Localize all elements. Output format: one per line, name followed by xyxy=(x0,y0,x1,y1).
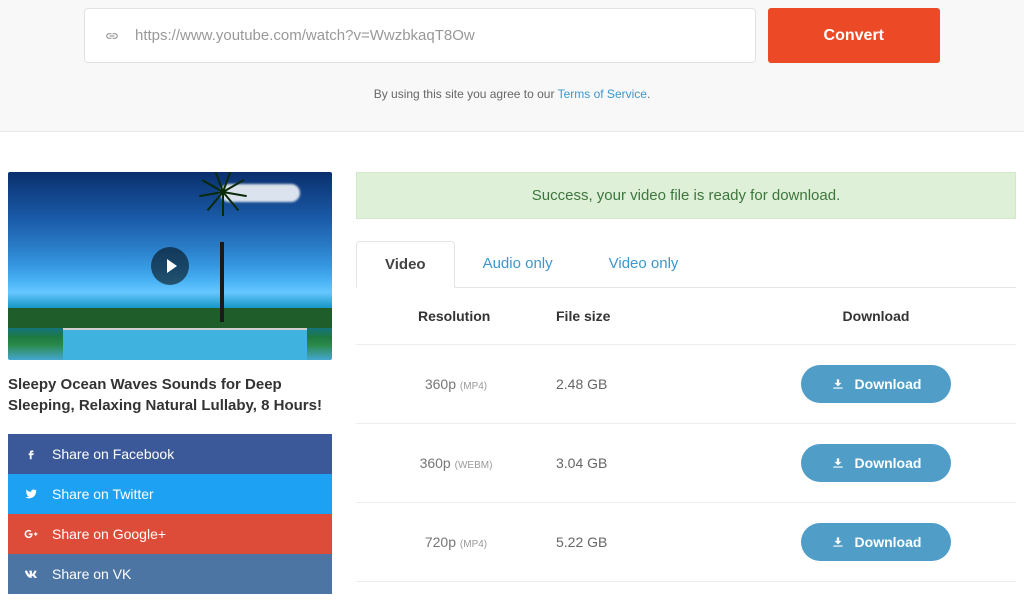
terms-suffix: . xyxy=(647,87,650,101)
video-title: Sleepy Ocean Waves Sounds for Deep Sleep… xyxy=(8,374,332,416)
header-section: Convert By using this site you agree to … xyxy=(0,0,1024,132)
success-message: Success, your video file is ready for do… xyxy=(356,172,1016,219)
download-cell: Download xyxy=(736,444,1016,482)
share-facebook-label: Share on Facebook xyxy=(52,446,174,462)
tab-audio-only[interactable]: Audio only xyxy=(455,241,581,287)
facebook-icon xyxy=(24,447,38,461)
download-button[interactable]: Download xyxy=(801,444,952,482)
hedge-decoration xyxy=(8,308,332,328)
table-row: 360p (MP4)2.48 GB Download xyxy=(356,345,1016,424)
table-row: 720p (MP4)5.22 GB Download xyxy=(356,503,1016,582)
left-column: Sleepy Ocean Waves Sounds for Deep Sleep… xyxy=(0,172,332,594)
download-label: Download xyxy=(855,376,922,392)
header-resolution: Resolution xyxy=(356,288,556,344)
terms-prefix: By using this site you agree to our xyxy=(374,87,558,101)
url-input[interactable] xyxy=(135,27,735,44)
download-cell: Download xyxy=(736,523,1016,561)
share-vk-label: Share on VK xyxy=(52,566,131,582)
download-label: Download xyxy=(855,534,922,550)
tab-video[interactable]: Video xyxy=(356,241,455,288)
resolution-cell: 360p (WEBM) xyxy=(356,455,556,471)
download-label: Download xyxy=(855,455,922,471)
tabs: Video Audio only Video only xyxy=(356,241,1016,288)
link-icon xyxy=(105,29,119,43)
resolution-cell: 720p (MP4) xyxy=(356,534,556,550)
table-header: Resolution File size Download xyxy=(356,288,1016,345)
share-google-button[interactable]: Share on Google+ xyxy=(8,514,332,554)
video-thumbnail[interactable] xyxy=(8,172,332,360)
google-plus-icon xyxy=(24,527,38,541)
convert-button[interactable]: Convert xyxy=(768,8,940,63)
download-cell: Download xyxy=(736,365,1016,403)
header-filesize: File size xyxy=(556,288,736,344)
filesize-cell: 5.22 GB xyxy=(556,534,736,550)
tab-video-only[interactable]: Video only xyxy=(581,241,707,287)
pool-decoration xyxy=(63,328,307,360)
play-icon[interactable] xyxy=(151,247,189,285)
share-twitter-button[interactable]: Share on Twitter xyxy=(8,474,332,514)
header-download: Download xyxy=(736,288,1016,344)
resolution-cell: 360p (MP4) xyxy=(356,376,556,392)
download-icon xyxy=(831,456,845,470)
vk-icon xyxy=(24,567,38,581)
url-input-wrap xyxy=(84,8,756,63)
share-twitter-label: Share on Twitter xyxy=(52,486,154,502)
download-icon xyxy=(831,535,845,549)
share-google-label: Share on Google+ xyxy=(52,526,166,542)
share-facebook-button[interactable]: Share on Facebook xyxy=(8,434,332,474)
main-content: Sleepy Ocean Waves Sounds for Deep Sleep… xyxy=(0,132,1024,594)
terms-text: By using this site you agree to our Term… xyxy=(0,87,1024,101)
download-button[interactable]: Download xyxy=(801,523,952,561)
palm-decoration xyxy=(202,192,242,322)
download-icon xyxy=(831,377,845,391)
filesize-cell: 3.04 GB xyxy=(556,455,736,471)
input-row: Convert xyxy=(0,0,1024,63)
table-body: 360p (MP4)2.48 GBDownload360p (WEBM)3.04… xyxy=(356,345,1016,582)
table-row: 360p (WEBM)3.04 GB Download xyxy=(356,424,1016,503)
twitter-icon xyxy=(24,487,38,501)
terms-link[interactable]: Terms of Service xyxy=(558,87,647,101)
filesize-cell: 2.48 GB xyxy=(556,376,736,392)
download-button[interactable]: Download xyxy=(801,365,952,403)
right-column: Success, your video file is ready for do… xyxy=(356,172,1016,594)
share-vk-button[interactable]: Share on VK xyxy=(8,554,332,594)
